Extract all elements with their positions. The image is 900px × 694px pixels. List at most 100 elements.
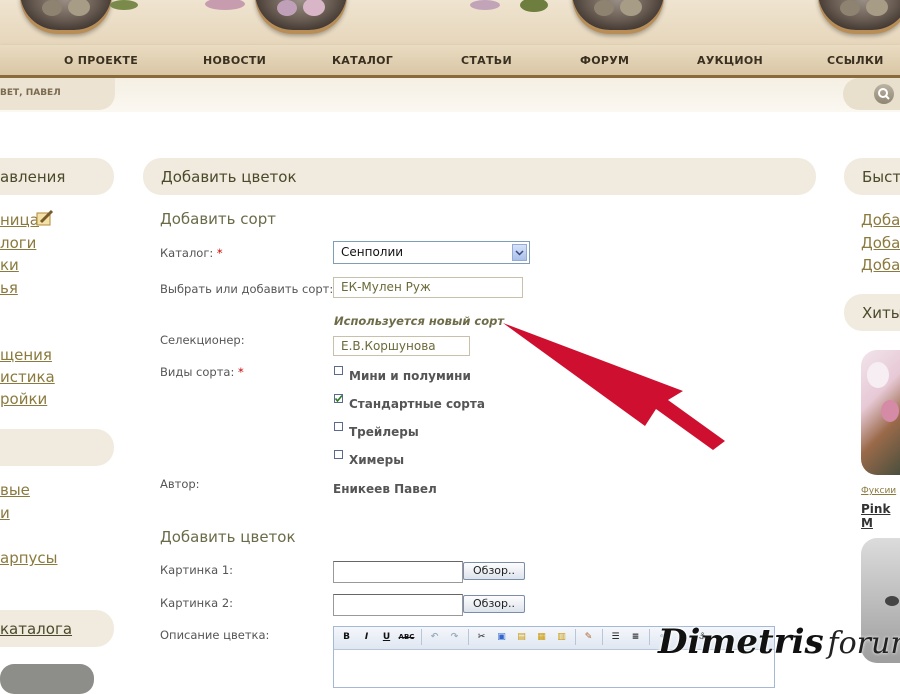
sidebar-link-3[interactable]: ки xyxy=(0,256,19,274)
sidebar-title-quick: Быстр xyxy=(862,168,900,186)
quick-link-add-2[interactable]: Доба xyxy=(861,234,900,252)
type-label-trailers: Трейлеры xyxy=(349,425,419,439)
catalog-select-value: Сенполии xyxy=(341,245,404,259)
checkbox-trailers[interactable] xyxy=(334,422,343,431)
section-title-flower: Добавить цветок xyxy=(160,528,296,546)
search-icon xyxy=(878,88,890,100)
flower-shape xyxy=(885,596,899,606)
flower-pot-image xyxy=(572,0,664,30)
sidebar-link-articles[interactable]: ья xyxy=(0,279,18,297)
edit-pencil-icon xyxy=(36,209,54,226)
toolbar-separator xyxy=(468,629,469,645)
sub-bar xyxy=(0,78,900,112)
sidebar-link-messages[interactable]: щения xyxy=(0,346,52,364)
variety-input[interactable]: ЕК-Мулен Руж xyxy=(333,277,523,298)
sidebar-title-admin: авления xyxy=(0,168,66,186)
nav-news[interactable]: НОВОСТИ xyxy=(203,54,266,67)
redo-button[interactable]: ↷ xyxy=(446,629,463,645)
picture2-file-input[interactable] xyxy=(333,594,463,616)
sidebar-link-new[interactable]: вые xyxy=(0,481,30,499)
nav-forum[interactable]: ФОРУМ xyxy=(580,54,629,67)
sidebar-link-catalogs[interactable]: логи xyxy=(0,234,36,252)
nav-links[interactable]: ССЫЛКИ xyxy=(827,54,884,67)
leaf-decoration xyxy=(520,0,548,12)
underline-button[interactable]: U xyxy=(378,629,395,645)
header-banner xyxy=(0,0,900,45)
item-category-link[interactable]: Фуксии xyxy=(861,486,896,496)
fuchsia-photo[interactable] xyxy=(861,350,900,475)
quick-link-add-1[interactable]: Доба xyxy=(861,211,900,229)
watermark-forum: forum xyxy=(827,626,900,661)
author-label: Автор: xyxy=(160,477,200,491)
checkbox-standard[interactable] xyxy=(334,394,343,403)
numbered-list-button[interactable]: ≡ xyxy=(627,629,644,645)
picture1-browse-button[interactable]: Обзор.. xyxy=(463,562,525,580)
sidebar-link-stats[interactable]: истика xyxy=(0,368,55,386)
catalog-select[interactable]: Сенполии xyxy=(333,241,530,264)
flower-pot-image xyxy=(20,0,112,30)
author-value: Еникеев Павел xyxy=(333,482,437,496)
undo-button[interactable]: ↶ xyxy=(426,629,443,645)
toolbar-separator xyxy=(602,629,603,645)
flower-decoration xyxy=(205,0,245,10)
main-nav: О ПРОЕКТЕ НОВОСТИ КАТАЛОГ СТАТЬИ ФОРУМ А… xyxy=(0,45,900,78)
picture2-browse-button[interactable]: Обзор.. xyxy=(463,595,525,613)
strikethrough-button[interactable]: ABC xyxy=(398,629,415,645)
variety-label: Выбрать или добавить сорт: * xyxy=(160,282,343,296)
sidebar-link-page[interactable]: ница xyxy=(0,211,39,229)
copy-button[interactable]: ▣ xyxy=(493,629,510,645)
sidebar-title-hits[interactable]: Хиты xyxy=(862,304,900,322)
paste-button[interactable]: ▤ xyxy=(513,629,530,645)
watermark-dimetris: Dimetris xyxy=(658,622,824,662)
sidebar-link-settings[interactable]: ройки xyxy=(0,390,47,408)
page-title: Добавить цветок xyxy=(161,168,297,186)
paste-word-button[interactable]: ▥ xyxy=(553,629,570,645)
search-button[interactable] xyxy=(874,84,894,104)
picture2-label: Картинка 2: xyxy=(160,596,234,610)
sidebar-link-6[interactable]: арпусы xyxy=(0,549,58,567)
breeder-label: Селекционер: xyxy=(160,333,245,347)
nav-catalog[interactable]: КАТАЛОГ xyxy=(332,54,393,67)
description-label: Описание цветка: xyxy=(160,628,270,642)
chevron-down-icon xyxy=(515,250,524,256)
flower-petal xyxy=(867,362,889,388)
nav-auction[interactable]: АУКЦИОН xyxy=(697,54,763,67)
section-title-variety: Добавить сорт xyxy=(160,210,276,228)
checkbox-chimeras[interactable] xyxy=(334,450,343,459)
quick-link-add-3[interactable]: Доба xyxy=(861,256,900,274)
toolbar-separator xyxy=(575,629,576,645)
breeder-input[interactable]: Е.В.Коршунова xyxy=(333,336,470,356)
leaf-decoration xyxy=(110,0,138,10)
sidebar-title-catalog[interactable]: каталога xyxy=(0,620,72,638)
picture1-file-input[interactable] xyxy=(333,561,463,583)
forum-watermark: Dimetris forum xyxy=(658,622,900,662)
sidebar-link-5[interactable]: и xyxy=(0,504,10,522)
checkbox-mini[interactable] xyxy=(334,366,343,375)
item-title-link[interactable]: Pink M xyxy=(861,502,900,530)
types-label: Виды сорта: * xyxy=(160,365,244,379)
new-variety-note: Используется новый сорт xyxy=(334,314,505,328)
flower-pot-image xyxy=(818,0,900,30)
toolbar-separator xyxy=(649,629,650,645)
flower-pot-image xyxy=(255,0,347,30)
catalog-thumbnail[interactable] xyxy=(0,664,94,694)
nav-about[interactable]: О ПРОЕКТЕ xyxy=(64,54,138,67)
paste-text-button[interactable]: ▦ xyxy=(533,629,550,645)
bullet-list-button[interactable]: ☰ xyxy=(607,629,624,645)
remove-format-button[interactable]: ✎ xyxy=(580,629,597,645)
type-label-standard: Стандартные сорта xyxy=(349,397,485,411)
flower-petal xyxy=(881,400,899,422)
toolbar-separator xyxy=(421,629,422,645)
cut-button[interactable]: ✂ xyxy=(473,629,490,645)
dropdown-button[interactable] xyxy=(512,244,527,261)
type-label-chimeras: Химеры xyxy=(349,453,405,467)
flower-decoration xyxy=(470,0,500,10)
red-arrow-annotation xyxy=(503,323,725,450)
picture1-label: Картинка 1: xyxy=(160,563,234,577)
sidebar-header-2 xyxy=(0,429,114,466)
nav-articles[interactable]: СТАТЬИ xyxy=(461,54,512,67)
bold-button[interactable]: B xyxy=(338,629,355,645)
italic-button[interactable]: I xyxy=(358,629,375,645)
user-greeting: ВЕТ, ПАВЕЛ xyxy=(0,88,61,98)
checkmark-icon xyxy=(334,394,343,403)
